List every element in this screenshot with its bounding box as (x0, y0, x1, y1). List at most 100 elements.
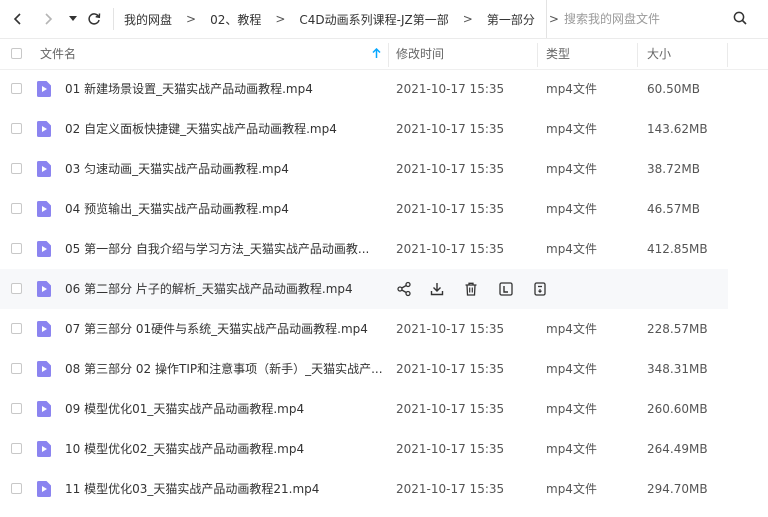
column-modified[interactable]: 修改时间 (396, 39, 444, 69)
file-name[interactable]: 01 新建场景设置_天猫实战产品动画教程.mp4 (65, 69, 313, 109)
column-name[interactable]: 文件名 (40, 39, 76, 69)
row-checkbox[interactable] (11, 203, 22, 214)
file-type: mp4文件 (546, 82, 597, 96)
search-icon[interactable] (733, 11, 747, 28)
row-checkbox[interactable] (11, 163, 22, 174)
forward-icon[interactable] (38, 0, 58, 38)
video-file-icon (37, 121, 51, 137)
file-row[interactable]: 08 第三部分 02 操作TIP和注意事项（新手）_天猫实战产... 2021-… (0, 349, 728, 389)
breadcrumb-item[interactable]: 第一部分 (487, 11, 535, 28)
file-type: mp4文件 (546, 362, 597, 376)
dropdown-icon[interactable] (66, 0, 80, 38)
file-name[interactable]: 02 自定义面板快捷键_天猫实战产品动画教程.mp4 (65, 109, 337, 149)
file-name[interactable]: 05 第一部分 自我介绍与学习方法_天猫实战产品动画教... (65, 229, 369, 269)
file-type: mp4文件 (546, 122, 597, 136)
back-icon[interactable] (8, 0, 28, 38)
row-checkbox[interactable] (11, 403, 22, 414)
video-file-icon (37, 441, 51, 457)
breadcrumb-item[interactable]: C4D动画系列课程-JZ第一部 (299, 11, 448, 28)
file-size: 294.70MB (647, 482, 708, 496)
breadcrumb-separator: > (275, 12, 286, 26)
file-type: mp4文件 (546, 402, 597, 416)
top-bar: 我的网盘 > 02、教程 > C4D动画系列课程-JZ第一部 > 第一部分 > (0, 0, 768, 39)
file-row[interactable]: 05 第一部分 自我介绍与学习方法_天猫实战产品动画教... 2021-10-1… (0, 229, 728, 269)
file-row[interactable]: 04 预览输出_天猫实战产品动画教程.mp4 2021-10-17 15:35 … (0, 189, 728, 229)
row-checkbox[interactable] (11, 83, 22, 94)
column-divider (537, 43, 538, 67)
share-icon[interactable] (396, 281, 412, 297)
file-date: 2021-10-17 15:35 (396, 482, 505, 496)
file-size: 60.50MB (647, 82, 700, 96)
file-row[interactable]: 03 匀速动画_天猫实战产品动画教程.mp4 2021-10-17 15:35 … (0, 149, 728, 189)
file-row[interactable]: 07 第三部分 01硬件与系统_天猫实战产品动画教程.mp4 2021-10-1… (0, 309, 728, 349)
breadcrumb-item[interactable]: 02、教程 (210, 11, 261, 28)
file-name[interactable]: 04 预览输出_天猫实战产品动画教程.mp4 (65, 189, 289, 229)
more-icon[interactable] (532, 281, 548, 297)
file-row-hovered[interactable]: 06 第二部分 片子的解析_天猫实战产品动画教程.mp4 (0, 269, 728, 309)
file-type: mp4文件 (546, 442, 597, 456)
file-size: 46.57MB (647, 202, 700, 216)
row-checkbox[interactable] (11, 123, 22, 134)
column-divider (388, 43, 389, 67)
video-file-icon (37, 241, 51, 257)
rename-icon[interactable] (498, 281, 514, 297)
search-input[interactable] (564, 12, 734, 26)
file-row[interactable]: 11 模型优化03_天猫实战产品动画教程21.mp4 2021-10-17 15… (0, 469, 728, 509)
file-date: 2021-10-17 15:35 (396, 322, 505, 336)
file-list-header: 文件名 修改时间 类型 大小 (0, 39, 768, 70)
file-name[interactable]: 07 第三部分 01硬件与系统_天猫实战产品动画教程.mp4 (65, 309, 368, 349)
video-file-icon (37, 481, 51, 497)
row-checkbox[interactable] (11, 443, 22, 454)
row-checkbox[interactable] (11, 243, 22, 254)
file-type: mp4文件 (546, 202, 597, 216)
search-box (546, 0, 768, 38)
file-date: 2021-10-17 15:35 (396, 202, 505, 216)
video-file-icon (37, 161, 51, 177)
file-name[interactable]: 11 模型优化03_天猫实战产品动画教程21.mp4 (65, 469, 319, 509)
file-size: 143.62MB (647, 122, 708, 136)
file-row[interactable]: 02 自定义面板快捷键_天猫实战产品动画教程.mp4 2021-10-17 15… (0, 109, 728, 149)
file-name[interactable]: 09 模型优化01_天猫实战产品动画教程.mp4 (65, 389, 304, 429)
file-date: 2021-10-17 15:35 (396, 162, 505, 176)
video-file-icon (37, 201, 51, 217)
column-divider (637, 43, 638, 67)
file-size: 412.85MB (647, 242, 708, 256)
breadcrumb-item[interactable]: 我的网盘 (124, 11, 172, 28)
file-date: 2021-10-17 15:35 (396, 362, 505, 376)
file-date: 2021-10-17 15:35 (396, 402, 505, 416)
file-name[interactable]: 06 第二部分 片子的解析_天猫实战产品动画教程.mp4 (65, 269, 353, 309)
video-file-icon (37, 401, 51, 417)
file-type: mp4文件 (546, 242, 597, 256)
file-size: 38.72MB (647, 162, 700, 176)
file-name[interactable]: 08 第三部分 02 操作TIP和注意事项（新手）_天猫实战产... (65, 349, 383, 389)
file-type: mp4文件 (546, 322, 597, 336)
row-checkbox[interactable] (11, 283, 22, 294)
download-icon[interactable] (429, 281, 445, 297)
file-row[interactable]: 09 模型优化01_天猫实战产品动画教程.mp4 2021-10-17 15:3… (0, 389, 728, 429)
column-size[interactable]: 大小 (647, 39, 671, 69)
row-checkbox[interactable] (11, 323, 22, 334)
delete-icon[interactable] (463, 281, 479, 297)
video-file-icon (37, 321, 51, 337)
file-date: 2021-10-17 15:35 (396, 442, 505, 456)
file-size: 264.49MB (647, 442, 708, 456)
video-file-icon (37, 281, 51, 297)
file-row[interactable]: 10 模型优化02_天猫实战产品动画教程.mp4 2021-10-17 15:3… (0, 429, 728, 469)
file-name[interactable]: 03 匀速动画_天猫实战产品动画教程.mp4 (65, 149, 289, 189)
file-size: 228.57MB (647, 322, 708, 336)
select-all-checkbox[interactable] (11, 48, 22, 59)
breadcrumb: 我的网盘 > 02、教程 > C4D动画系列课程-JZ第一部 > 第一部分 > (124, 0, 573, 38)
video-file-icon (37, 81, 51, 97)
file-type: mp4文件 (546, 162, 597, 176)
column-divider (727, 43, 728, 67)
breadcrumb-separator: > (186, 12, 197, 26)
refresh-icon[interactable] (84, 0, 104, 38)
file-row[interactable]: 01 新建场景设置_天猫实战产品动画教程.mp4 2021-10-17 15:3… (0, 69, 728, 109)
row-checkbox[interactable] (11, 483, 22, 494)
row-checkbox[interactable] (11, 363, 22, 374)
file-name[interactable]: 10 模型优化02_天猫实战产品动画教程.mp4 (65, 429, 304, 469)
divider (113, 8, 114, 30)
file-date: 2021-10-17 15:35 (396, 242, 505, 256)
column-type[interactable]: 类型 (546, 39, 570, 69)
sort-arrow-up-icon[interactable] (372, 47, 381, 62)
